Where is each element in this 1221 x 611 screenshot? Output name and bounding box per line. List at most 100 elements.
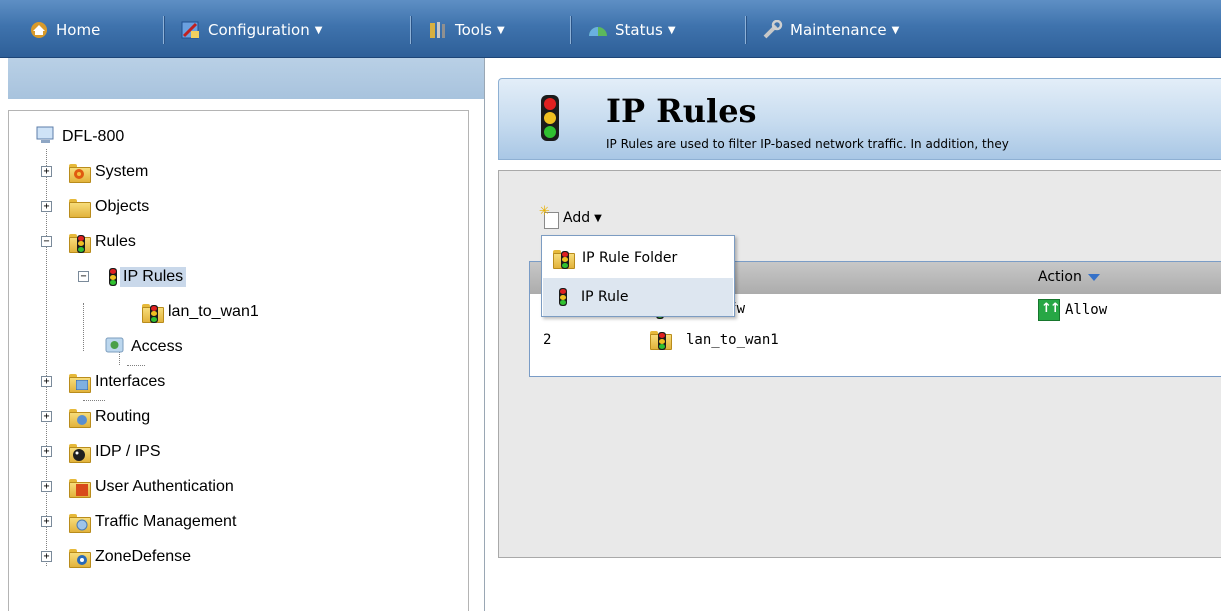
folder-user-auth-icon [69, 478, 91, 498]
tree-label: User Authentication [95, 478, 234, 495]
menu-option-label: IP Rule Folder [582, 250, 678, 266]
content-panel: Add ▼ Action 1 ping_fw Allow 2 [498, 170, 1221, 558]
computer-icon [36, 125, 56, 150]
tree-label: Interfaces [95, 373, 166, 390]
menu-tools[interactable]: Tools ▼ [427, 17, 505, 43]
access-icon [105, 335, 125, 360]
tree-item-ip-rules[interactable]: IP Rules [109, 265, 187, 289]
expand-icon[interactable]: + [41, 446, 52, 457]
tree-item-objects[interactable]: Objects [69, 195, 152, 219]
tree-item-access[interactable]: Access [105, 335, 186, 359]
menu-status[interactable]: Status ▼ [587, 17, 676, 43]
chevron-down-icon: ▼ [594, 212, 602, 224]
tree-label: System [95, 163, 149, 180]
menu-option-ip-rule-folder[interactable]: IP Rule Folder [543, 239, 733, 277]
tree-label: Access [131, 338, 183, 355]
tree-item-lan-to-wan1[interactable]: lan_to_wan1 [142, 300, 262, 324]
tree-connector [83, 303, 84, 351]
folder-system-icon [69, 163, 91, 183]
folder-traffic-icon [69, 513, 91, 533]
status-icon [587, 20, 609, 40]
collapse-icon[interactable]: − [78, 271, 89, 282]
tree-item-system[interactable]: System [69, 160, 151, 184]
tree-item-traffic-management[interactable]: Traffic Management [69, 510, 239, 534]
expand-icon[interactable]: + [41, 411, 52, 422]
chevron-down-icon: ▼ [496, 24, 505, 36]
folder-rules-icon [650, 331, 672, 350]
menu-home-label: Home [56, 21, 101, 39]
tree-item-routing[interactable]: Routing [69, 405, 153, 429]
tools-icon [427, 20, 449, 40]
collapse-icon[interactable]: − [41, 236, 52, 247]
row-name: lan_to_wan1 [686, 332, 779, 348]
chevron-down-icon: ▼ [891, 24, 900, 36]
main-content: IP Rules IP Rules are used to filter IP-… [486, 58, 1221, 611]
tree-item-interfaces[interactable]: Interfaces [69, 370, 168, 394]
column-header-action-label: Action [1038, 269, 1082, 285]
traffic-light-icon [539, 94, 561, 146]
tree-label: DFL-800 [62, 128, 125, 145]
sort-down-icon [1087, 273, 1100, 281]
folder-rules-icon [69, 233, 91, 253]
menu-separator [570, 16, 572, 44]
row-index: 2 [543, 332, 552, 348]
expand-icon[interactable]: + [41, 201, 52, 212]
tree-label: Traffic Management [95, 513, 237, 530]
menu-option-ip-rule[interactable]: IP Rule [543, 278, 733, 316]
traffic-light-icon [559, 288, 567, 306]
page-header: IP Rules IP Rules are used to filter IP-… [498, 78, 1221, 160]
menu-separator [163, 16, 165, 44]
folder-bomb-icon [69, 443, 91, 463]
add-button-label: Add [563, 210, 591, 226]
folder-zonedefense-icon [69, 548, 91, 568]
top-menubar: Home Configuration ▼ Tools ▼ Status ▼ Ma… [0, 0, 1221, 58]
allow-icon [1038, 299, 1060, 321]
page-description: IP Rules are used to filter IP-based net… [606, 137, 1009, 151]
tree-label: IP Rules [120, 267, 187, 287]
menu-option-label: IP Rule [581, 289, 629, 305]
expand-icon[interactable]: + [41, 481, 52, 492]
expand-icon[interactable]: + [41, 551, 52, 562]
add-button[interactable]: Add ▼ [539, 204, 602, 231]
tree-root-dfl-800[interactable]: DFL-800 [36, 125, 127, 149]
table-row[interactable]: 2 lan_to_wan1 [530, 326, 1221, 357]
tree-item-zonedefense[interactable]: ZoneDefense [69, 545, 194, 569]
traffic-light-icon [109, 268, 117, 286]
menu-home[interactable]: Home [28, 17, 100, 43]
menu-status-label: Status [615, 21, 663, 39]
tree-label: ZoneDefense [95, 548, 192, 565]
folder-interfaces-icon [69, 373, 91, 393]
row-action-label: Allow [1065, 302, 1108, 318]
menu-configuration[interactable]: Configuration ▼ [180, 17, 322, 43]
chevron-down-icon: ▼ [314, 24, 323, 36]
menu-tools-label: Tools [455, 21, 492, 39]
expand-icon[interactable]: + [41, 516, 52, 527]
tree-item-rules[interactable]: Rules [69, 230, 139, 254]
tree-connector [127, 365, 145, 366]
navigation-tree-panel: DFL-800 + System + Objects − Rules − IP … [8, 110, 469, 611]
folder-icon [69, 198, 91, 218]
tree-item-idp-ips[interactable]: IDP / IPS [69, 440, 164, 464]
tree-label: IDP / IPS [95, 443, 161, 460]
tree-label: Objects [95, 198, 150, 215]
column-header-action[interactable]: Action [1038, 269, 1100, 285]
menu-maintenance[interactable]: Maintenance ▼ [762, 17, 899, 43]
expand-icon[interactable]: + [41, 376, 52, 387]
folder-rules-icon [553, 249, 575, 269]
tree-label: Routing [95, 408, 151, 425]
tree-item-user-authentication[interactable]: User Authentication [69, 475, 237, 499]
new-document-icon [539, 204, 559, 229]
tree-label: lan_to_wan1 [168, 303, 259, 320]
tree-connector [83, 400, 105, 401]
configuration-icon [180, 20, 202, 40]
chevron-down-icon: ▼ [667, 24, 676, 36]
folder-routing-icon [69, 408, 91, 428]
maintenance-icon [762, 19, 784, 40]
menu-separator [745, 16, 747, 44]
row-action: Allow [1038, 299, 1107, 321]
expand-icon[interactable]: + [41, 166, 52, 177]
tree-label: Rules [95, 233, 136, 250]
add-dropdown-menu: IP Rule Folder IP Rule [541, 235, 735, 317]
menu-configuration-label: Configuration [208, 21, 310, 39]
page-title: IP Rules [606, 92, 757, 130]
